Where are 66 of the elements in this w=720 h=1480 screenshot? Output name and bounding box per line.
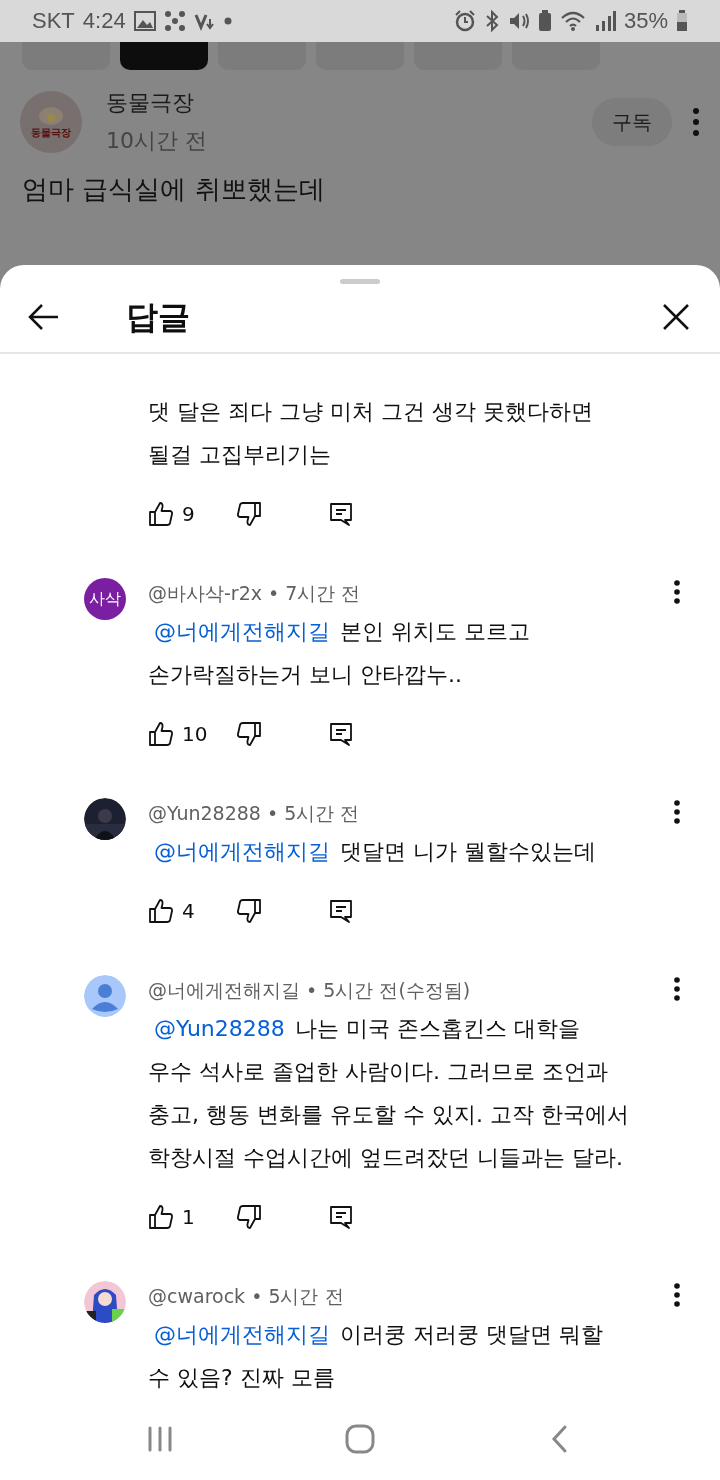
like-count: 10 (182, 722, 209, 746)
alarm-icon (453, 10, 476, 32)
comment-icon (328, 898, 354, 924)
comment-icon (328, 721, 354, 747)
clock-text: 4:24 (82, 8, 126, 34)
comment-meta: @바사삭-r2x • 7시간 전 (148, 581, 361, 606)
mention-link[interactable]: @너에게전해지길 (148, 839, 330, 864)
like-count: 9 (182, 502, 196, 526)
post-title: 엄마 급식실에 취뽀했는데 (21, 173, 326, 206)
like-button[interactable] (148, 898, 174, 924)
mention-link[interactable]: @너에게전해지길 (148, 1322, 330, 1347)
thumbs-down-icon (236, 898, 262, 924)
mention-link[interactable]: @너에게전해지길 (148, 619, 330, 644)
like-button[interactable] (148, 1204, 174, 1230)
battery-saver-icon (537, 10, 552, 32)
image-icon (133, 10, 156, 32)
comment-text: 댓 달은 죄다 그냥 미처 그건 생각 못했다하면 될걸 고집부리기는 (148, 398, 594, 469)
reply-button[interactable] (328, 898, 354, 924)
more-icon (673, 1281, 681, 1308)
avatar-label: 동물극장 (31, 126, 71, 140)
comment-icon (328, 1204, 354, 1230)
thumbs-down-icon (236, 1204, 262, 1230)
comment-text: @너에게전해지길 댓달면 니가 뭘할수있는데 (148, 830, 720, 873)
drag-handle[interactable] (340, 279, 380, 284)
comment-meta: @너에게전해지길 • 5시간 전(수정됨) (148, 978, 471, 1003)
comment-text: @너에게전해지길 본인 위치도 모르고 손가락질하는거 보니 안타깝누.. (148, 618, 531, 689)
reply-button[interactable] (328, 501, 354, 527)
reply-button[interactable] (328, 1204, 354, 1230)
more-icon[interactable] (692, 107, 700, 137)
channel-name: 동물극장 (106, 89, 195, 117)
signal-icon (593, 10, 616, 32)
more-icon (673, 798, 681, 825)
sheet-title: 답글 (126, 297, 191, 338)
battery-icon (676, 10, 688, 32)
subscribe-button[interactable]: 구독 (592, 98, 672, 146)
home-icon (344, 1422, 376, 1455)
thumbs-down-icon (236, 721, 262, 747)
more-icon (673, 578, 681, 605)
wifi-icon (559, 10, 586, 32)
comment-text: @너에게전해지길 이러쿵 저러쿵 댓달면 뭐할 수 있음? 진짜 모름 (148, 1321, 604, 1392)
battery-percent: 35% (623, 8, 668, 34)
like-button[interactable] (148, 501, 174, 527)
default-avatar-icon[interactable] (84, 975, 126, 1017)
more-icon (673, 975, 681, 1002)
dislike-button[interactable] (236, 501, 262, 527)
thumbs-up-icon (148, 501, 174, 527)
dislike-button[interactable] (236, 721, 262, 747)
dislike-button[interactable] (236, 898, 262, 924)
carrier-text: SKT (32, 8, 75, 34)
thumbs-up-icon (148, 721, 174, 747)
dot-icon (223, 17, 232, 25)
dislike-button[interactable] (236, 1204, 262, 1230)
thumbs-up-icon (148, 1204, 174, 1230)
thumbs-up-icon (148, 898, 174, 924)
comment-text: @Yun28288 나는 미국 존스홉킨스 대학을 우수 석사로 졸업한 사람이다. 그러므로 조언과 충고, 행동 변화를 유도할 수 있지. 고작 한국에서 학창시절 수업시간에 엎드려잤던 니들과는 달라. (148, 1015, 630, 1172)
comment-meta: @cwarock • 5시간 전 (148, 1284, 344, 1309)
post-time: 10시간 전 (106, 127, 208, 155)
comment-icon (328, 501, 354, 527)
reply-button[interactable] (328, 721, 354, 747)
like-count: 1 (182, 1205, 196, 1229)
like-button[interactable] (148, 721, 174, 747)
thumbs-down-icon (236, 501, 262, 527)
user-avatar[interactable]: 사삭 (84, 578, 126, 620)
mention-link[interactable]: @Yun28288 (148, 1016, 285, 1041)
comment-meta: @Yun28288 • 5시간 전 (148, 801, 360, 826)
like-count: 4 (182, 899, 196, 923)
